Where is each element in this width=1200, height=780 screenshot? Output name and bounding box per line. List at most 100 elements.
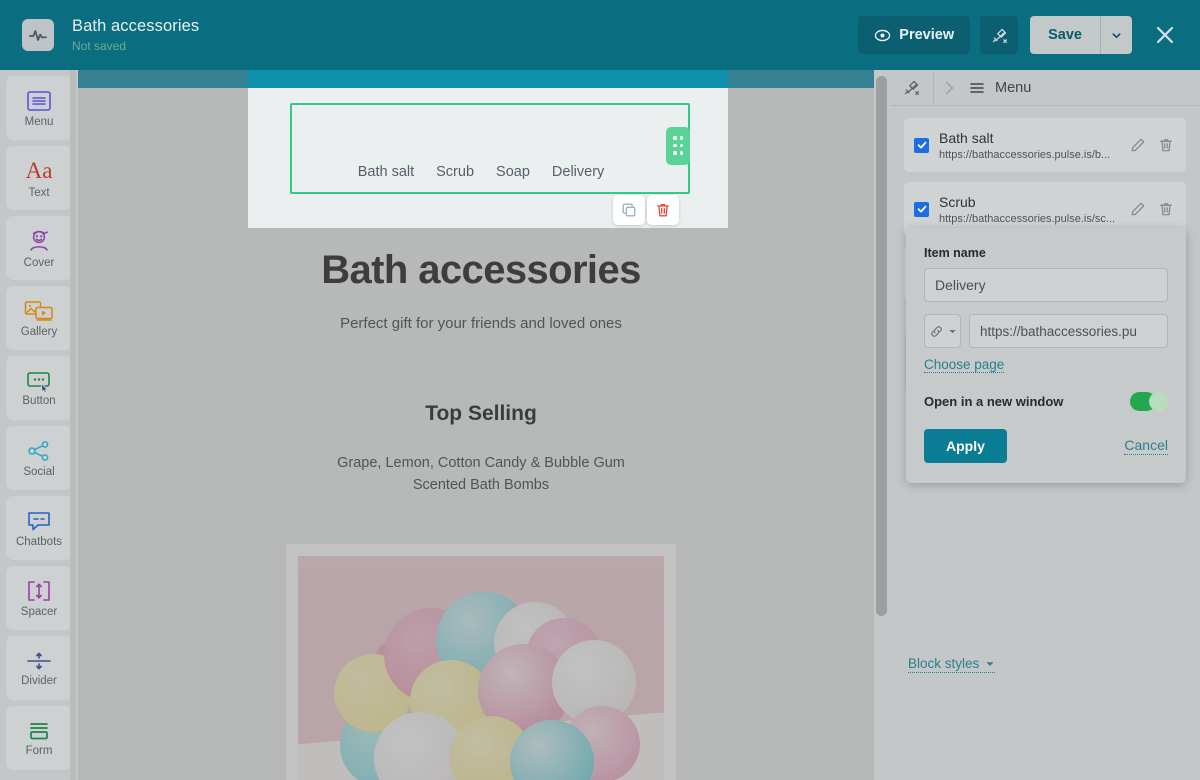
close-icon (1154, 24, 1176, 46)
save-button[interactable]: Save (1030, 16, 1100, 54)
pulse-logo-icon[interactable] (22, 19, 54, 51)
menu-item-checkbox[interactable] (914, 137, 929, 153)
menu-item-url: https://bathaccessories.pulse.is/sc... (939, 212, 1116, 225)
edit-menu-item-button[interactable] (1128, 199, 1148, 219)
sidebar-item-label: Form (25, 744, 53, 757)
text-block-icon: Aa (25, 157, 53, 183)
button-block-icon (24, 370, 54, 392)
canvas-menu-links: Bath salt Scrub Soap Delivery (358, 164, 605, 180)
panel-block-title: Menu (995, 79, 1032, 96)
sidebar-item-button[interactable]: Button (6, 356, 72, 420)
design-settings-button[interactable] (980, 16, 1019, 54)
panel-header: Menu (890, 69, 1200, 106)
canvas-scrollbar-thumb[interactable] (876, 76, 887, 616)
panel-design-button[interactable] (890, 69, 934, 106)
menu-item-checkbox[interactable] (914, 201, 929, 217)
breadcrumb[interactable]: Menu (955, 80, 1031, 96)
item-name-input[interactable] (924, 268, 1168, 302)
block-styles-label: Block styles (908, 656, 980, 671)
canvas-section-text[interactable]: Grape, Lemon, Cotton Candy & Bubble Gum … (78, 452, 884, 496)
menu-item-name: Scrub (939, 193, 976, 210)
new-window-label: Open in a new window (924, 394, 1064, 409)
menu-item-url: https://bathaccessories.pulse.is/b... (939, 148, 1111, 161)
link-icon (929, 324, 944, 339)
sidebar-item-menu[interactable]: Menu (6, 76, 72, 140)
brush-icon (990, 26, 1009, 45)
trash-icon (1158, 137, 1174, 153)
spacer-block-icon (25, 579, 53, 603)
drag-dots-icon[interactable] (666, 127, 690, 165)
canvas-menu-link[interactable]: Bath salt (358, 164, 414, 180)
sidebar-item-label: Divider (21, 674, 57, 687)
list-item[interactable]: Bath salt https://bathaccessories.pulse.… (904, 118, 1186, 172)
apply-button[interactable]: Apply (924, 429, 1007, 463)
delete-menu-item-button[interactable] (1156, 199, 1176, 219)
canvas-section-text-line1: Grape, Lemon, Cotton Candy & Bubble Gum (337, 455, 625, 471)
blocks-sidebar-scroll: Menu Aa Text Cover Gallery Button Social… (0, 70, 78, 770)
save-dropdown-button[interactable] (1100, 16, 1132, 54)
preview-button[interactable]: Preview (858, 16, 971, 54)
canvas-image-block[interactable] (286, 544, 676, 780)
cancel-button[interactable]: Cancel (1124, 437, 1168, 455)
delete-menu-item-button[interactable] (1156, 135, 1176, 155)
page-content: Bath salt Scrub Soap Delivery Bath acces… (78, 88, 884, 780)
delete-block-button[interactable] (647, 195, 679, 225)
sidebar-item-label: Text (28, 186, 50, 199)
menu-item-actions (1128, 199, 1176, 219)
link-type-dropdown[interactable] (924, 314, 961, 348)
sidebar-item-divider[interactable]: Divider (6, 636, 72, 700)
canvas-menu-link[interactable]: Delivery (552, 164, 604, 180)
panel-body: Bath salt https://bathaccessories.pulse.… (890, 106, 1200, 780)
block-styles-toggle[interactable]: Block styles (908, 656, 996, 673)
sidebar-item-social[interactable]: Social (6, 426, 72, 490)
sidebar-item-label: Menu (24, 115, 54, 128)
eye-icon (874, 27, 891, 44)
sidebar-item-label: Gallery (20, 325, 58, 338)
bath-bombs-photo (298, 556, 664, 780)
link-url-input[interactable] (969, 314, 1168, 348)
link-row (924, 314, 1168, 348)
duplicate-block-button[interactable] (613, 195, 645, 225)
chevron-down-icon (1111, 30, 1122, 41)
chevron-down-icon (948, 327, 957, 336)
page-canvas[interactable]: Bath salt Scrub Soap Delivery Bath acces… (78, 70, 890, 780)
menu-block-icon (24, 89, 54, 113)
pencil-icon (1130, 137, 1146, 153)
gallery-block-icon (23, 299, 55, 323)
form-block-icon (25, 720, 53, 742)
blocks-sidebar[interactable]: Menu Aa Text Cover Gallery Button Social… (0, 70, 78, 780)
sidebar-item-spacer[interactable]: Spacer (6, 566, 72, 630)
close-button[interactable] (1150, 20, 1180, 50)
sidebar-item-text[interactable]: Aa Text (6, 146, 72, 210)
chatbot-block-icon (25, 509, 53, 533)
edit-menu-item-button[interactable] (1128, 135, 1148, 155)
save-button-group: Save (1030, 16, 1132, 54)
block-settings-panel: Menu Bath salt https://bathaccessories.p… (890, 69, 1200, 780)
sidebar-item-chatbots[interactable]: Chatbots (6, 496, 72, 560)
menu-item-text: Bath salt https://bathaccessories.pulse.… (939, 130, 1118, 161)
canvas-section-title[interactable]: Top Selling (78, 402, 884, 426)
sidebar-item-cover[interactable]: Cover (6, 216, 72, 280)
sidebar-item-gallery[interactable]: Gallery (6, 286, 72, 350)
pencil-icon (1130, 201, 1146, 217)
popover-actions: Apply Cancel (924, 429, 1168, 463)
sidebar-scrollbar[interactable] (70, 70, 76, 780)
new-window-toggle[interactable] (1130, 392, 1168, 411)
menu-block-icon (969, 81, 985, 95)
sidebar-item-label: Cover (23, 256, 55, 269)
social-block-icon (25, 439, 53, 463)
canvas-menu-link[interactable]: Scrub (436, 164, 474, 180)
canvas-hero-title[interactable]: Bath accessories (78, 248, 884, 293)
menu-item-edit-popover: Item name Delivery https://bathaccessori… (906, 228, 1186, 483)
canvas-hero-subtitle[interactable]: Perfect gift for your friends and loved … (78, 315, 884, 332)
choose-page-link[interactable]: Choose page (924, 357, 1005, 373)
canvas-menu-link[interactable]: Soap (496, 164, 530, 180)
save-state-label: Not saved (72, 39, 127, 53)
new-window-row: Open in a new window (924, 392, 1168, 411)
page-title: Bath accessories (72, 17, 200, 35)
canvas-menu-block[interactable]: Bath salt Scrub Soap Delivery (78, 110, 884, 234)
preview-button-label: Preview (899, 27, 955, 43)
caret-down-icon (985, 659, 995, 669)
sidebar-item-form[interactable]: Form (6, 706, 72, 770)
trash-icon (1158, 201, 1174, 217)
